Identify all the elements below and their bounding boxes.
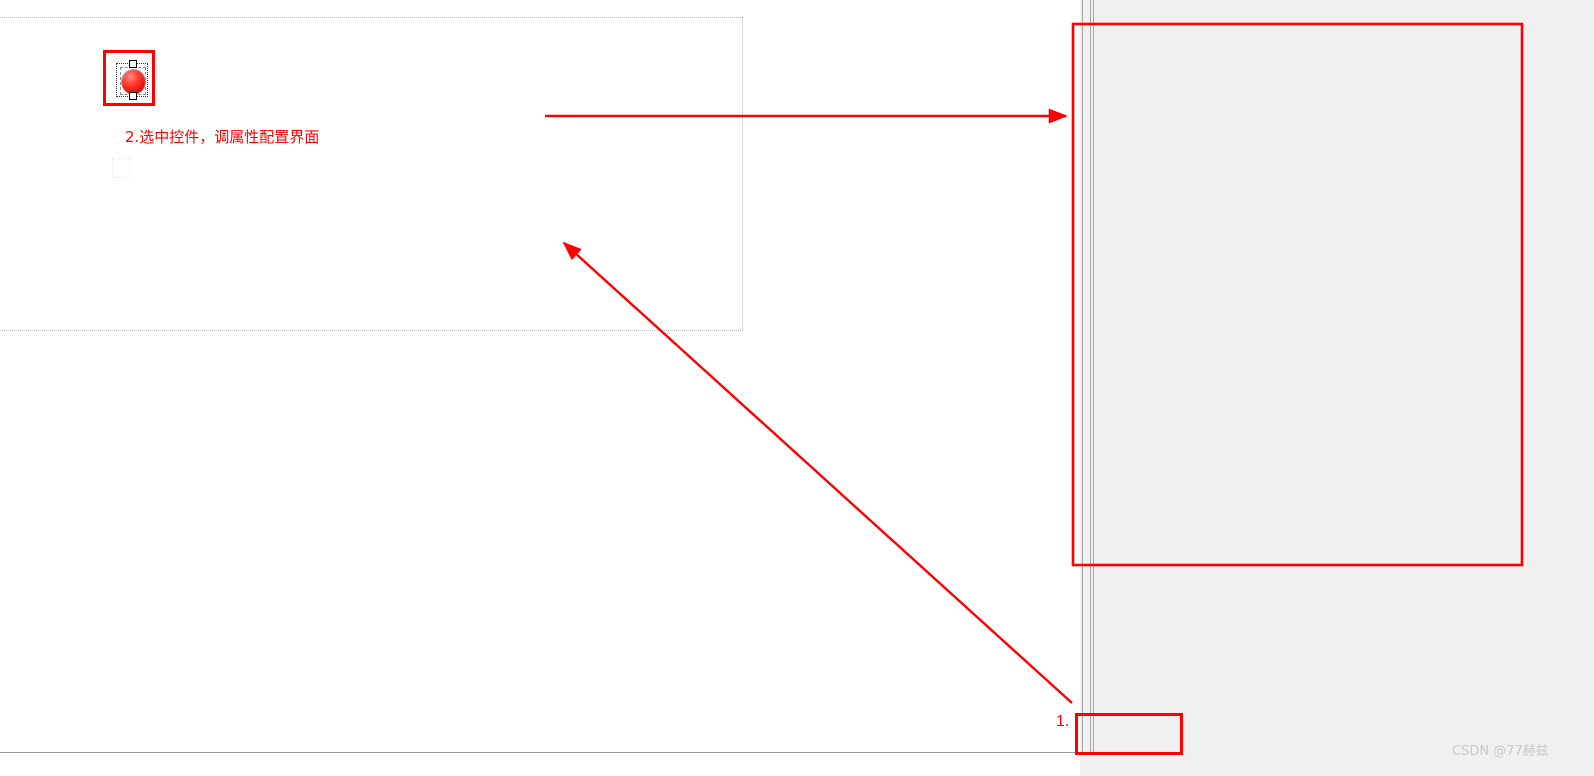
led-indicator-icon[interactable]	[122, 70, 145, 94]
csdn-watermark: CSDN @77赫兹	[1452, 744, 1549, 759]
annotation-step1-label: 1.	[1056, 713, 1070, 730]
annotation-note-step2: 2.选中控件，调属性配置界面	[125, 128, 320, 146]
properties-panel[interactable]: A Z	[1080, 0, 1594, 776]
led-selection-frame[interactable]	[116, 60, 148, 100]
panel-divider-2	[1090, 0, 1091, 752]
canvas-bottom-divider	[0, 752, 1078, 753]
led-control-highlight-box	[103, 50, 155, 106]
panel-divider-1	[1082, 0, 1083, 752]
design-canvas-area[interactable]: 2.选中控件，调属性配置界面	[0, 0, 1078, 753]
resize-handle-top[interactable]	[129, 60, 137, 68]
panel-divider-3	[1093, 0, 1094, 752]
canvas-ghost-artifact	[112, 158, 130, 178]
resize-handle-bottom[interactable]	[129, 92, 137, 100]
